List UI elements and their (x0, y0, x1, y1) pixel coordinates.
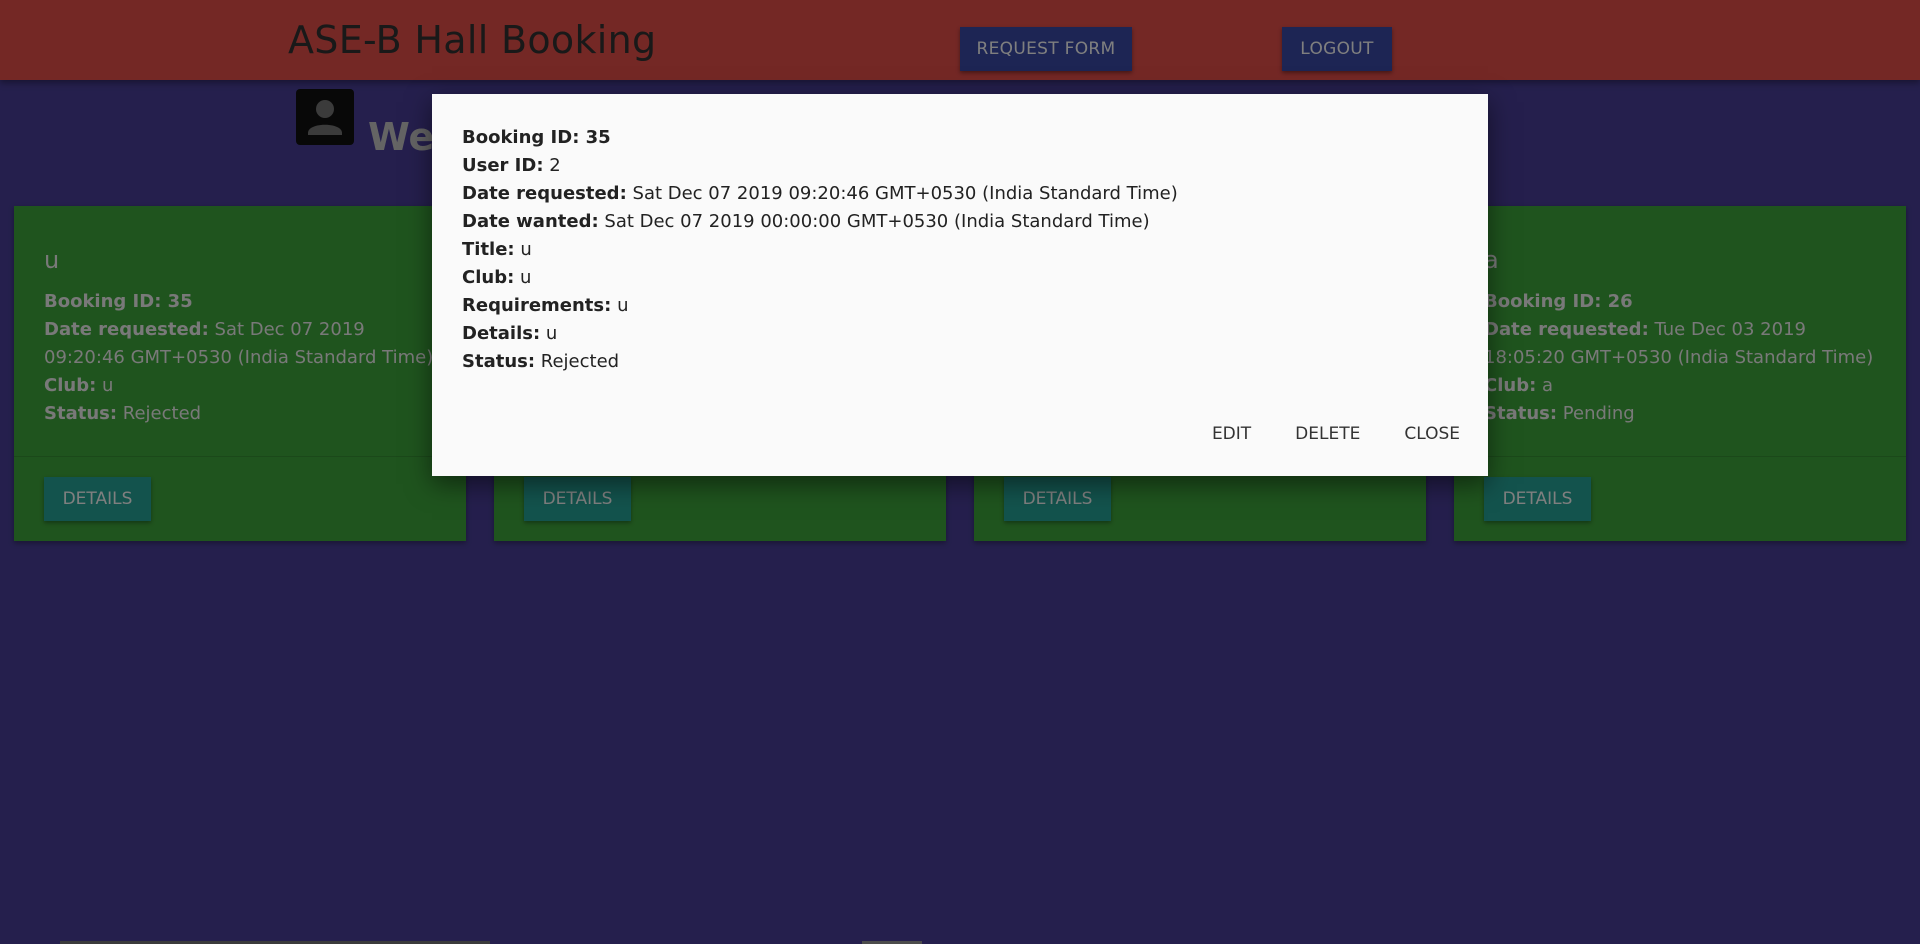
modal-title-label: Title: (462, 239, 515, 260)
close-button[interactable]: CLOSE (1404, 424, 1460, 444)
modal-user-id: 2 (549, 155, 561, 176)
modal-requirements: u (617, 295, 629, 316)
modal-content: Booking ID: 35 User ID: 2 Date requested… (462, 124, 1178, 376)
modal-actions: EDIT DELETE CLOSE (1168, 424, 1460, 444)
modal-title: u (520, 239, 532, 260)
modal-date-wanted-label: Date wanted: (462, 211, 599, 232)
modal-requirements-label: Requirements: (462, 295, 612, 316)
modal-status-label: Status: (462, 351, 536, 372)
modal-club-label: Club: (462, 267, 515, 288)
edit-button[interactable]: EDIT (1212, 424, 1251, 444)
modal-booking-id: Booking ID: 35 (462, 127, 611, 148)
modal-details: u (545, 323, 558, 344)
booking-details-modal: Booking ID: 35 User ID: 2 Date requested… (432, 94, 1488, 476)
delete-button[interactable]: DELETE (1295, 424, 1360, 444)
modal-status: Rejected (540, 351, 620, 372)
modal-date-requested: Sat Dec 07 2019 09:20:46 GMT+0530 (India… (632, 183, 1178, 204)
modal-user-id-label: User ID: (462, 155, 544, 176)
modal-date-requested-label: Date requested: (462, 183, 627, 204)
modal-club: u (520, 267, 532, 288)
modal-details-label: Details: (462, 323, 541, 344)
modal-date-wanted: Sat Dec 07 2019 00:00:00 GMT+0530 (India… (604, 211, 1150, 232)
